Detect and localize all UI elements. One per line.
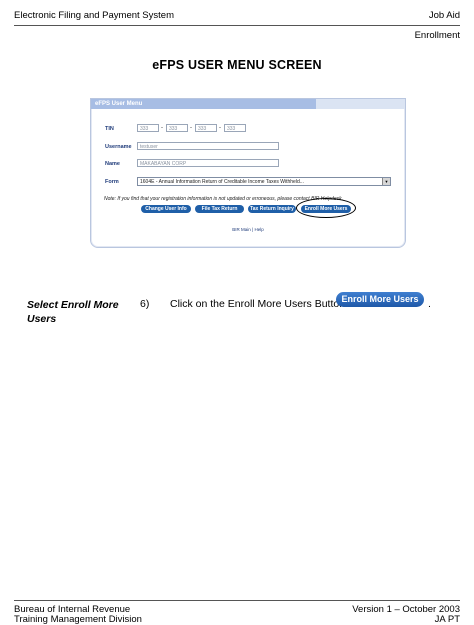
file-tax-return-button[interactable]: File Tax Return [195,205,244,213]
chevron-down-icon[interactable]: ▼ [382,178,390,185]
tin-field-1[interactable]: 333 [137,124,159,132]
username-field[interactable]: testuser [137,142,279,150]
username-label: Username [105,144,132,150]
footer-division: Training Management Division [14,614,142,625]
tax-return-inquiry-button[interactable]: Tax Return Inquiry [248,205,296,213]
tin-field-4[interactable]: 333 [224,124,246,132]
highlight-circle [296,198,356,218]
tin-field-2[interactable]: 333 [166,124,188,132]
page-title: eFPS USER MENU SCREEN [152,58,322,72]
form-label: Form [105,179,119,185]
tin-separator: - [190,125,192,131]
step-heading: Select Enroll More Users [27,299,119,325]
panel-title: eFPS User Menu [91,99,316,109]
name-label: Name [105,161,120,167]
name-field[interactable]: MAKABAYAN CORP [137,159,279,167]
footer-links[interactable]: BIR Main | Help [91,227,405,232]
form-select-value: 1604E - Annual Information Return of Cre… [140,179,304,185]
step-instruction: Click on the Enroll More Users Button [170,298,346,310]
change-user-info-button[interactable]: Change User Info [141,205,191,213]
header-section: Enrollment [414,30,460,41]
tin-separator: - [219,125,221,131]
tin-label: TIN [105,126,114,132]
page-header: Electronic Filing and Payment System Job… [14,10,460,24]
tin-separator: - [161,125,163,131]
step-period: . [428,298,431,310]
enroll-more-users-button-illustration: Enroll More Users [336,292,424,307]
panel-title-extension [316,99,405,109]
footer-code: JA PT [434,614,460,625]
step-number: 6) [140,298,150,310]
header-divider [14,25,460,26]
header-doc-type: Job Aid [428,10,460,21]
footer-divider [14,600,460,601]
efps-user-menu-screenshot: eFPS User Menu TIN 333 - 333 - 333 - 333… [90,98,406,248]
tin-field-3[interactable]: 333 [195,124,217,132]
form-select[interactable]: 1604E - Annual Information Return of Cre… [137,177,391,186]
header-system-name: Electronic Filing and Payment System [14,10,174,21]
